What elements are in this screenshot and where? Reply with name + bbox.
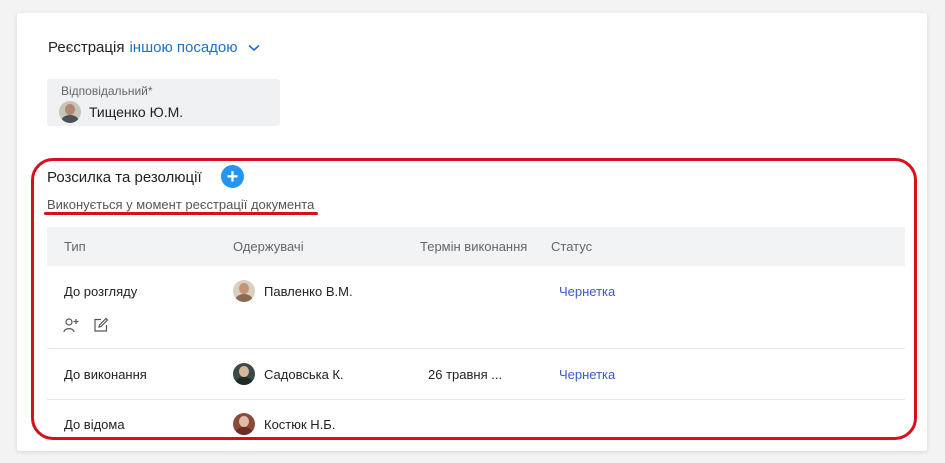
row-recipient: Костюк Н.Б. <box>233 413 335 435</box>
table-header: Тип Одержувачі Термін виконання Статус <box>47 227 905 266</box>
row-type: До відома <box>64 417 125 432</box>
add-resolution-button[interactable]: + <box>221 165 244 188</box>
row-recipient: Павленко В.М. <box>233 280 353 302</box>
avatar <box>233 413 255 435</box>
responsible-field[interactable]: Відповідальний* Тищенко Ю.М. <box>47 79 280 126</box>
header-type: Тип <box>64 239 86 254</box>
resolutions-table: Тип Одержувачі Термін виконання Статус Д… <box>47 227 905 445</box>
header-recipients: Одержувачі <box>233 239 304 254</box>
row-status[interactable]: Чернетка <box>559 284 615 299</box>
avatar <box>59 101 81 123</box>
registration-position-link[interactable]: іншою посадою <box>129 39 237 56</box>
responsible-name: Тищенко Ю.М. <box>89 104 184 120</box>
header-status: Статус <box>551 239 593 254</box>
avatar <box>233 363 255 385</box>
add-user-icon[interactable] <box>63 317 79 333</box>
row-status[interactable]: Чернетка <box>559 367 615 382</box>
responsible-user: Тищенко Ю.М. <box>59 101 183 123</box>
recipient-name: Павленко В.М. <box>264 283 353 299</box>
table-row[interactable]: До відома Костюк Н.Б. <box>47 400 905 445</box>
subtitle-underline-mark <box>44 212 318 215</box>
registration-header: Реєстрація іншою посадою <box>48 39 260 56</box>
row-actions <box>63 317 109 333</box>
table-row[interactable]: До розгляду Павленко В.М. Чернетка <box>47 266 905 349</box>
row-type: До розгляду <box>64 284 138 299</box>
header-term: Термін виконання <box>420 239 528 254</box>
registration-prefix: Реєстрація <box>48 39 125 56</box>
table-row[interactable]: До виконання Садовська К. 26 травня ... … <box>47 349 905 400</box>
avatar <box>233 280 255 302</box>
row-type: До виконання <box>64 367 147 382</box>
recipient-name: Костюк Н.Б. <box>264 416 336 432</box>
chevron-down-icon[interactable] <box>247 44 260 52</box>
recipient-name: Садовська К. <box>264 366 344 382</box>
distribution-subtitle: Виконується у момент реєстрації документ… <box>47 197 315 212</box>
distribution-title: Розсилка та резолюції <box>47 169 202 186</box>
responsible-label: Відповідальний* <box>61 84 153 98</box>
edit-icon[interactable] <box>93 317 109 333</box>
row-term: 26 травня ... <box>428 367 503 382</box>
add-icon: + <box>226 165 239 188</box>
row-recipient: Садовська К. <box>233 363 344 385</box>
